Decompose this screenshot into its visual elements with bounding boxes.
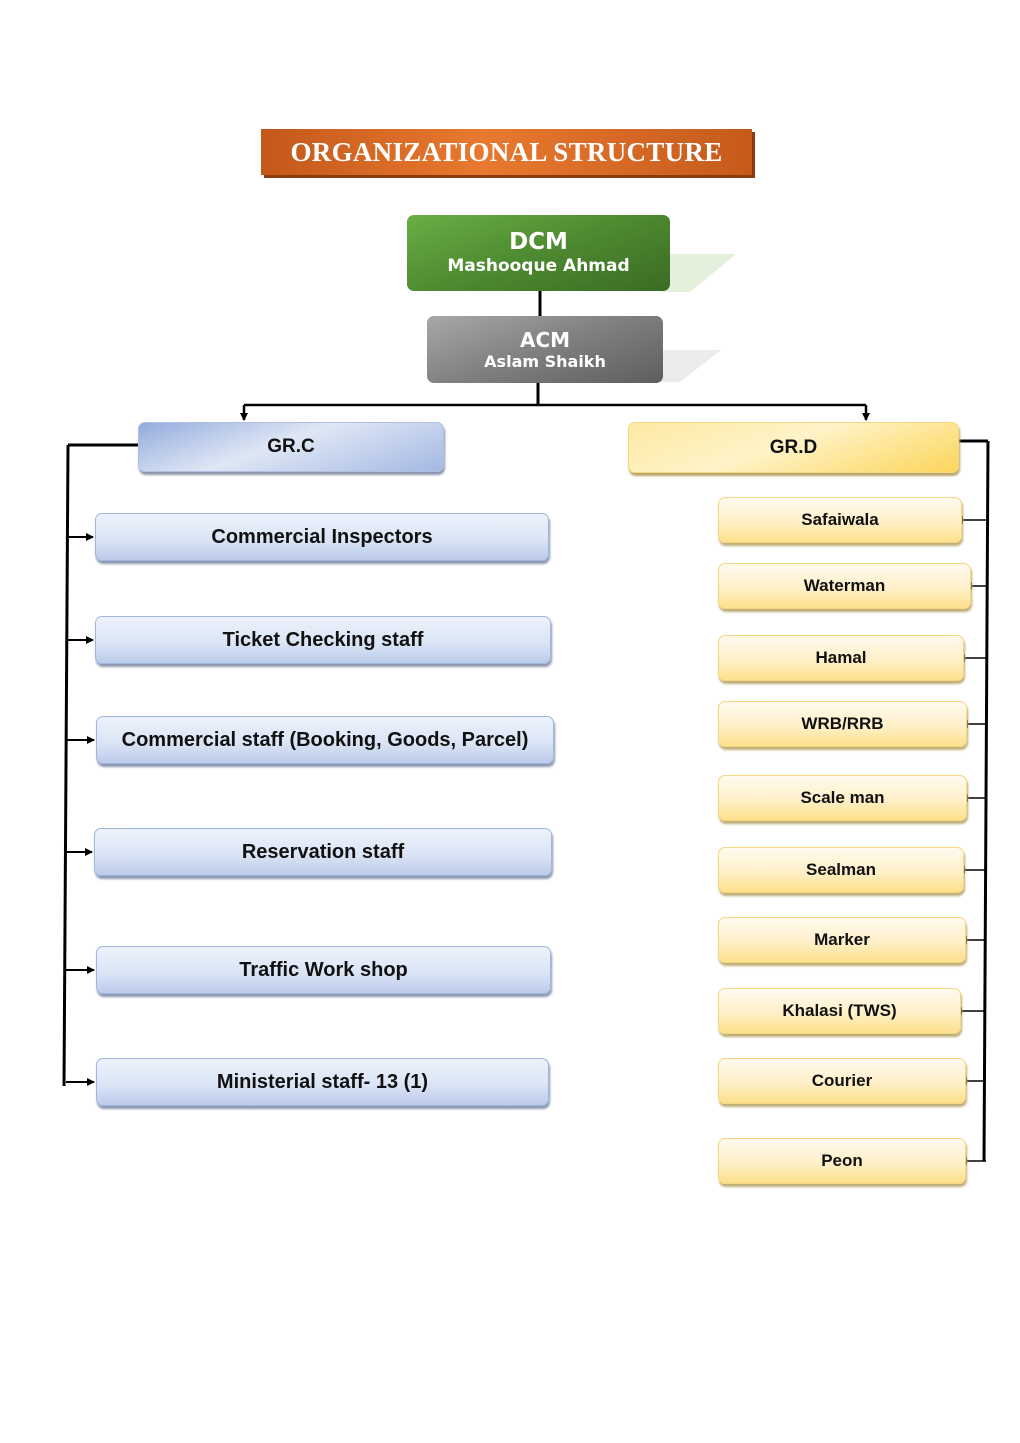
acm-node: ACM Aslam Shaikh	[427, 316, 663, 383]
group-d-node: GR.D	[628, 422, 959, 473]
group-c-item: Commercial staff (Booking, Goods, Parcel…	[96, 716, 554, 764]
group-d-item: Waterman	[718, 563, 971, 609]
group-d-item: Sealman	[718, 847, 964, 893]
group-d-item: Khalasi (TWS)	[718, 988, 961, 1034]
group-c-item: Commercial Inspectors	[95, 513, 549, 561]
group-d-item: Safaiwala	[718, 497, 962, 543]
dcm-role: DCM	[509, 229, 568, 255]
group-d-item: Peon	[718, 1138, 966, 1184]
group-d-item: Scale man	[718, 775, 967, 821]
acm-role: ACM	[519, 327, 571, 352]
dcm-name: Mashooque Ahmad	[447, 256, 630, 276]
dcm-node: DCM Mashooque Ahmad	[407, 215, 670, 291]
group-d-item: Courier	[718, 1058, 966, 1104]
group-c-item: Reservation staff	[94, 828, 552, 876]
grd-trunk	[982, 440, 990, 1162]
acm-name: Aslam Shaikh	[484, 351, 606, 371]
group-c-node: GR.C	[138, 422, 444, 472]
group-d-item: Hamal	[718, 635, 964, 681]
group-c-item: Ticket Checking staff	[95, 616, 551, 664]
group-c-item: Ministerial staff- 13 (1)	[96, 1058, 549, 1106]
group-d-item: Marker	[718, 917, 966, 963]
group-c-item: Traffic Work shop	[96, 946, 551, 994]
grc-trunk	[62, 444, 70, 1087]
group-d-item: WRB/RRB	[718, 701, 967, 747]
